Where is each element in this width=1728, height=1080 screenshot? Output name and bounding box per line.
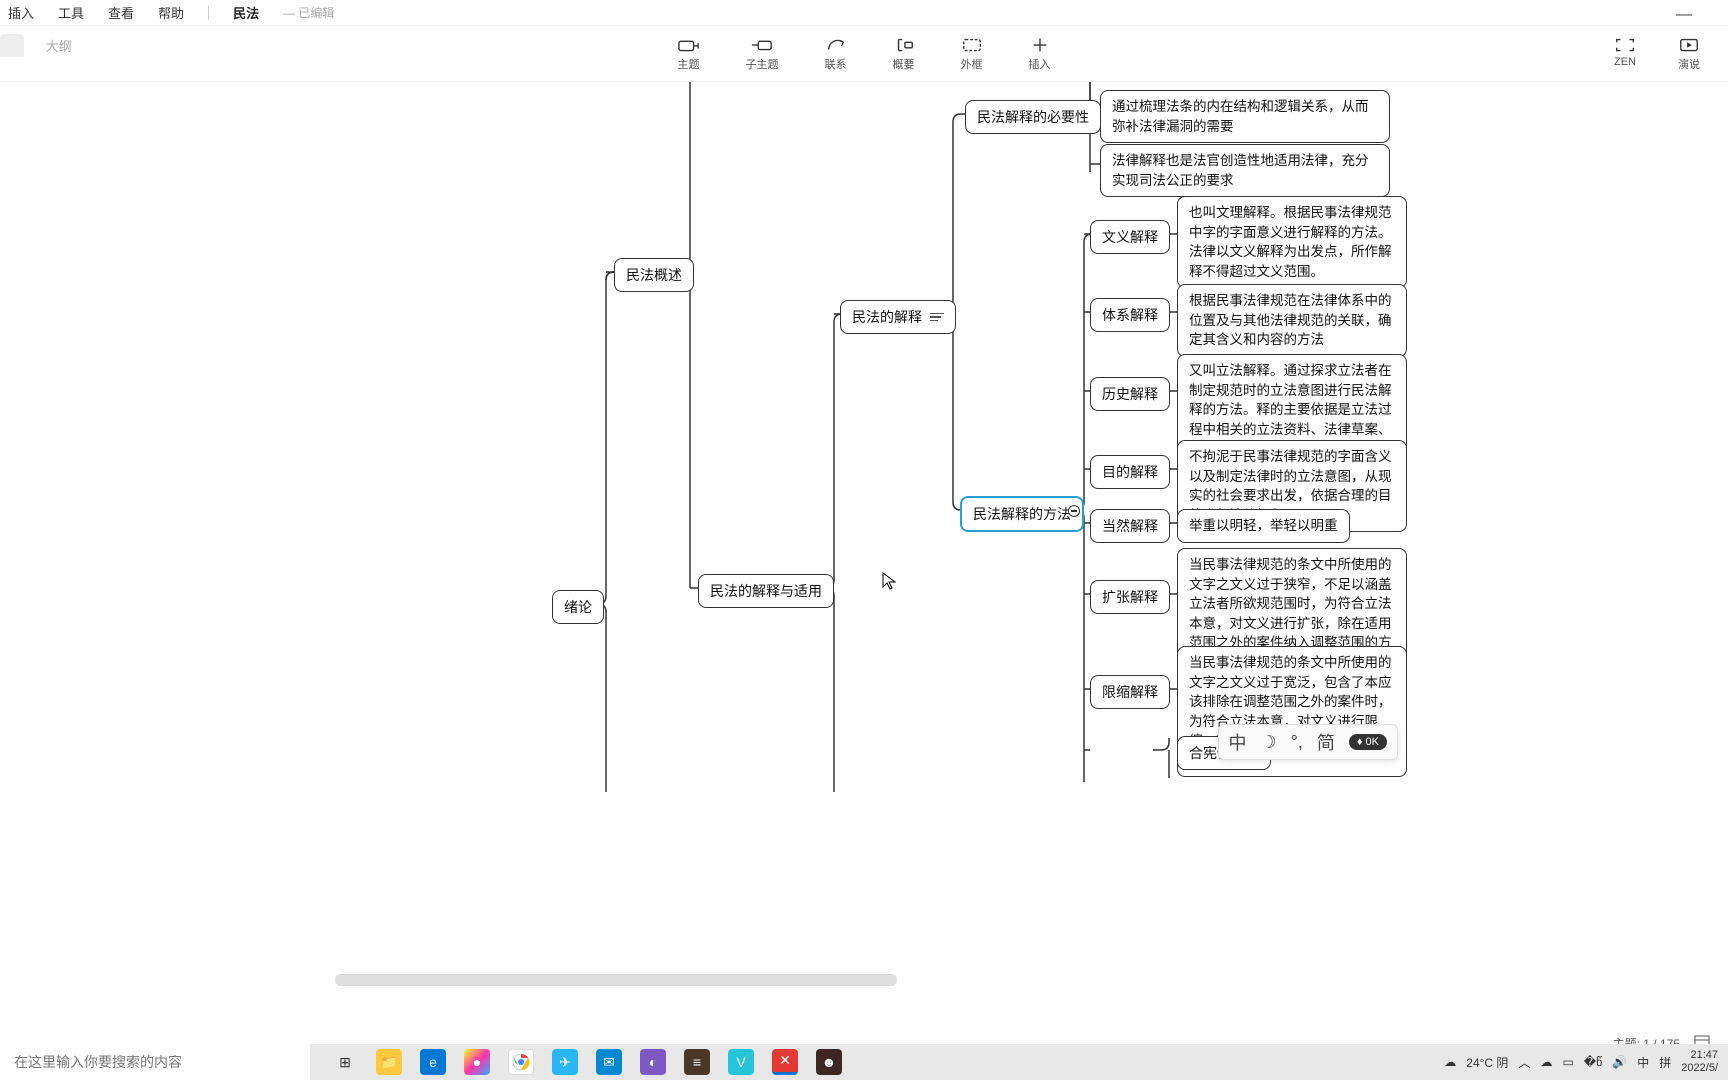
node-kuozhang[interactable]: 扩张解释: [1090, 580, 1170, 614]
taskbar: 在这里输入你要搜索的内容 ⊞ 📁 e ● ✈ ✉ ◐ ≡ V ✕ ☻ ☁ 24°…: [0, 1044, 1728, 1080]
node-mudi[interactable]: 目的解释: [1090, 455, 1170, 489]
tool-relation[interactable]: 联系: [825, 36, 847, 72]
mail-icon[interactable]: ✉: [596, 1049, 622, 1075]
mouse-cursor-icon: [882, 572, 896, 590]
ime-punct-icon[interactable]: °,: [1291, 732, 1303, 753]
tool-present[interactable]: 演说: [1678, 36, 1700, 72]
ime-mode[interactable]: 中: [1229, 729, 1247, 755]
ime-badge: ♦ 0K: [1349, 734, 1387, 750]
chrome-icon[interactable]: [508, 1049, 534, 1075]
app-icon-4[interactable]: V: [728, 1049, 754, 1075]
node-necessity[interactable]: 民法解释的必要性: [965, 100, 1101, 134]
menu-view[interactable]: 查看: [108, 3, 134, 22]
tray-cloud-icon[interactable]: ☁: [1540, 1055, 1552, 1069]
menu-bar: 插入 工具 查看 帮助 民法 — 已编辑 —: [0, 0, 1728, 26]
app-icon-3[interactable]: ≡: [684, 1049, 710, 1075]
node-interpret-apply[interactable]: 民法的解释与适用: [698, 574, 834, 608]
leaf-necessity-b[interactable]: 法律解释也是法官创造性地适用法律，充分实现司法公正的要求: [1100, 144, 1390, 197]
window-minimize-icon[interactable]: —: [1676, 6, 1692, 24]
node-lishi[interactable]: 历史解释: [1090, 377, 1170, 411]
toolbar: 主题 子主题 联系 概要 外框 插入 ZEN 演说: [0, 26, 1728, 82]
tray-volume-icon[interactable]: 🔊: [1612, 1055, 1627, 1069]
tray-lang2[interactable]: 拼: [1659, 1054, 1671, 1071]
tool-add[interactable]: 插入: [1029, 36, 1051, 72]
tool-topic[interactable]: 主题: [678, 36, 700, 72]
tray-clock[interactable]: 21:47 2022/5/: [1681, 1049, 1718, 1074]
leaf-dangran[interactable]: 举重以明轻，举轻以明重: [1177, 509, 1350, 543]
tool-zen[interactable]: ZEN: [1614, 36, 1636, 72]
doc-title: 民法: [233, 3, 259, 22]
doc-status: — 已编辑: [283, 4, 334, 21]
app-icon-5[interactable]: ☻: [816, 1049, 842, 1075]
tray-battery-icon[interactable]: ▭: [1562, 1055, 1573, 1069]
tool-summary[interactable]: 概要: [893, 36, 915, 72]
tray-wifi-icon[interactable]: �წ: [1584, 1055, 1603, 1069]
file-explorer-icon[interactable]: 📁: [376, 1049, 402, 1075]
collapse-icon[interactable]: [1068, 505, 1080, 517]
weather-icon[interactable]: ☁: [1444, 1055, 1456, 1069]
node-methods[interactable]: 民法解释的方法: [960, 496, 1084, 532]
app-icon-2[interactable]: ◐: [640, 1049, 666, 1075]
app-icon-1[interactable]: ✈: [552, 1049, 578, 1075]
menu-insert[interactable]: 插入: [8, 3, 34, 22]
leaf-necessity-a[interactable]: 通过梳理法条的内在结构和逻辑关系，从而弥补法律漏洞的需要: [1100, 90, 1390, 143]
ime-toolbar[interactable]: 中 ☽ °, 简 ♦ 0K: [1218, 724, 1398, 760]
tray-lang1[interactable]: 中: [1637, 1054, 1649, 1071]
node-overview[interactable]: 民法概述: [614, 258, 694, 292]
weather-text: 24°C 阴: [1466, 1054, 1508, 1071]
menu-tools[interactable]: 工具: [58, 3, 84, 22]
menu-help[interactable]: 帮助: [158, 3, 184, 22]
node-tixi[interactable]: 体系解释: [1090, 298, 1170, 332]
node-xiansuo[interactable]: 限缩解释: [1090, 675, 1170, 709]
scrollbar-horizontal[interactable]: [335, 974, 897, 986]
mindmap-canvas[interactable]: 绪论 民法概述 民法的解释与适用 民法的解释 民法解释的必要性 通过梳理法条的内…: [0, 82, 1728, 1034]
node-interpret[interactable]: 民法的解释: [840, 300, 956, 334]
leaf-tixi[interactable]: 根据民事法律规范在法律体系中的位置及与其他法律规范的关联，确定其含义和内容的方法: [1177, 284, 1407, 357]
tool-boundary[interactable]: 外框: [961, 36, 983, 72]
edge-icon[interactable]: e: [420, 1049, 446, 1075]
task-view-icon[interactable]: ⊞: [332, 1049, 358, 1075]
xmind-icon[interactable]: ✕: [772, 1049, 798, 1075]
tool-subtopic[interactable]: 子主题: [746, 36, 779, 72]
leaf-wenyi[interactable]: 也叫文理解释。根据民事法律规范中字的字面意义进行解释的方法。法律以文义解释为出发…: [1177, 196, 1407, 288]
node-wenyi[interactable]: 文义解释: [1090, 220, 1170, 254]
node-intro[interactable]: 绪论: [552, 590, 604, 624]
node-dangran[interactable]: 当然解释: [1090, 509, 1170, 543]
note-icon: [930, 313, 944, 324]
tray-chevron-icon[interactable]: ︿: [1518, 1054, 1530, 1071]
browser-icon[interactable]: ●: [464, 1049, 490, 1075]
ime-moon-icon[interactable]: ☽: [1261, 732, 1277, 753]
ime-style[interactable]: 简: [1317, 729, 1335, 755]
taskbar-search[interactable]: 在这里输入你要搜索的内容: [0, 1044, 310, 1080]
